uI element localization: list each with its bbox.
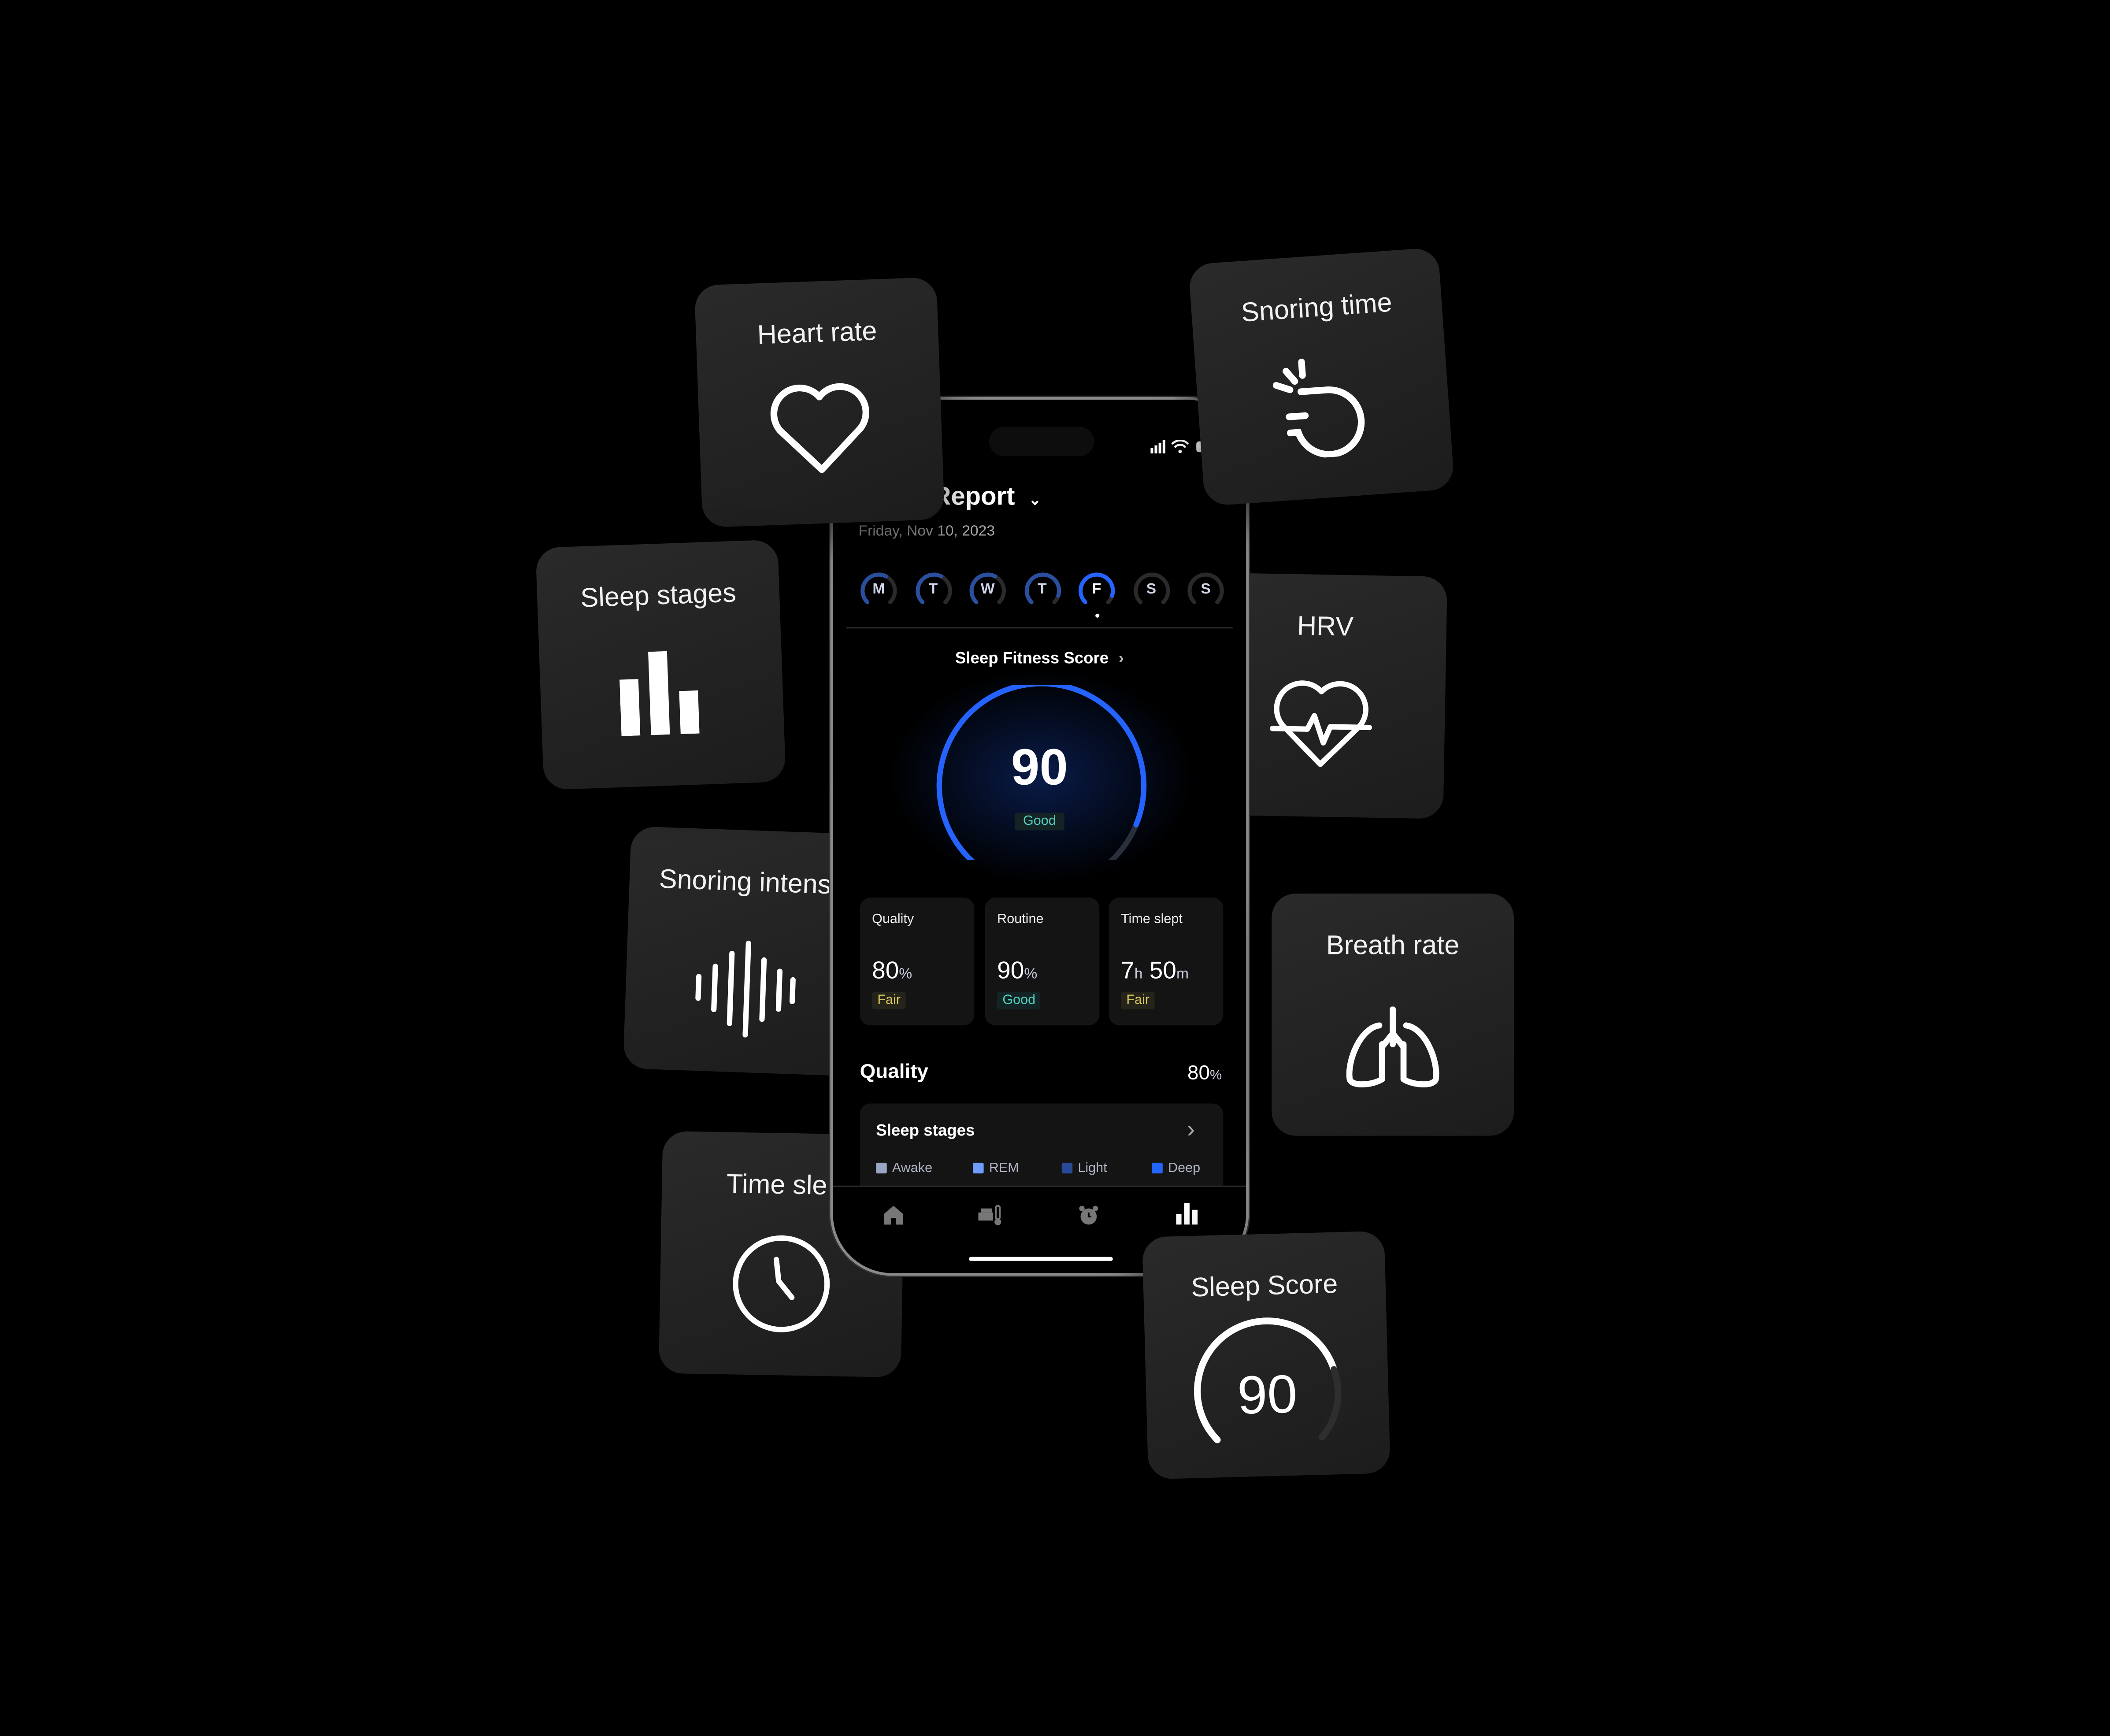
score-title-text: Sleep Fitness Score xyxy=(955,649,1109,668)
legend-deep: Deep xyxy=(1152,1161,1200,1176)
legend-rem: REM xyxy=(973,1161,1019,1176)
bed-temperature-icon[interactable] xyxy=(978,1205,1002,1226)
score-status-badge: Good xyxy=(1015,812,1064,831)
legend-swatch xyxy=(1152,1162,1163,1174)
day-label: F xyxy=(1092,581,1101,598)
score-status-wrap: Good xyxy=(833,808,1246,832)
card-title: Snoring time xyxy=(1240,288,1393,329)
quality-heading: Quality xyxy=(860,1060,928,1083)
home-indicator[interactable] xyxy=(969,1257,1113,1261)
legend-swatch xyxy=(876,1162,887,1174)
metric-label: Time slept xyxy=(1121,912,1183,927)
day-label: T xyxy=(1038,581,1047,598)
dynamic-island xyxy=(989,427,1094,456)
card-title: Heart rate xyxy=(756,317,878,351)
day-0[interactable]: M xyxy=(860,572,898,610)
metric-routine[interactable]: Routine 90% Good xyxy=(985,898,1100,1026)
heart-icon xyxy=(770,383,869,473)
day-label: W xyxy=(980,581,995,598)
lungs-icon xyxy=(1346,1006,1439,1087)
status-badge: Fair xyxy=(872,991,906,1009)
heart-pulse-icon xyxy=(1269,680,1372,767)
sleep-score-value: 90 xyxy=(1236,1365,1298,1426)
snoring-face-icon xyxy=(1272,358,1365,458)
breath-rate-card[interactable]: Breath rate xyxy=(1272,893,1514,1136)
day-3[interactable]: T xyxy=(1023,572,1061,610)
bar-chart-icon xyxy=(619,651,700,736)
stats-icon[interactable] xyxy=(1176,1203,1198,1225)
status-badge: Good xyxy=(997,991,1041,1009)
sound-wave-icon xyxy=(695,940,796,1038)
legend-awake: Awake xyxy=(876,1161,932,1176)
metric-time-slept[interactable]: Time slept 7h 50m Fair xyxy=(1109,898,1224,1026)
day-1[interactable]: T xyxy=(914,572,952,610)
sleep-stages-card[interactable] xyxy=(860,1103,1224,1198)
score-value: 90 xyxy=(1011,740,1068,797)
chevron-down-icon: ⌄ xyxy=(1028,492,1042,509)
sleep-stages-title: Sleep stages xyxy=(876,1121,975,1140)
day-label: S xyxy=(1146,581,1157,598)
divider xyxy=(846,627,1233,629)
chevron-right-icon[interactable]: › xyxy=(1187,1116,1195,1144)
alarm-icon[interactable] xyxy=(1078,1205,1099,1226)
phone: Sleep Report ⌄ Friday, Nov 10, 2023 MTWT… xyxy=(830,397,1249,1276)
clock-icon xyxy=(733,1235,830,1332)
day-label: S xyxy=(1201,581,1211,598)
score-title[interactable]: Sleep Fitness Score › xyxy=(833,649,1246,668)
legend-swatch xyxy=(1061,1162,1073,1174)
day-4[interactable]: F xyxy=(1078,572,1116,618)
metric-value: 90% xyxy=(997,957,1038,984)
card-title: Breath rate xyxy=(1326,931,1460,961)
day-5[interactable]: S xyxy=(1132,572,1170,610)
day-6[interactable]: S xyxy=(1187,572,1225,610)
quality-value: 80% xyxy=(1187,1061,1222,1085)
metric-label: Routine xyxy=(997,912,1044,927)
date: Friday, Nov 10, 2023 xyxy=(858,523,995,540)
metric-label: Quality xyxy=(872,912,914,927)
heart-rate-card[interactable]: Heart rate xyxy=(694,277,945,528)
snoring-time-card[interactable]: Snoring time xyxy=(1188,247,1455,507)
legend-light: Light xyxy=(1061,1161,1107,1176)
day-label: M xyxy=(872,581,885,598)
day-label: T xyxy=(928,581,938,598)
metric-value: 80% xyxy=(872,957,912,984)
home-icon[interactable] xyxy=(883,1205,905,1226)
selected-dot xyxy=(1094,613,1099,618)
day-2[interactable]: W xyxy=(969,572,1007,610)
legend-swatch xyxy=(973,1162,984,1174)
metric-value: 7h 50m xyxy=(1121,957,1189,984)
metric-quality[interactable]: Quality 80% Fair xyxy=(860,898,975,1026)
stage: HRV Snoring intensity Time slept Sleep R… xyxy=(0,0,2110,1736)
card-title: Sleep Score xyxy=(1190,1269,1339,1303)
sleep-score-card[interactable]: Sleep Score 90 xyxy=(1142,1231,1391,1480)
sleep-stages-card-tile[interactable]: Sleep stages xyxy=(535,539,786,790)
card-title: Sleep stages xyxy=(580,579,737,614)
status-badge: Fair xyxy=(1121,991,1155,1009)
chevron-right-icon: › xyxy=(1118,649,1124,668)
